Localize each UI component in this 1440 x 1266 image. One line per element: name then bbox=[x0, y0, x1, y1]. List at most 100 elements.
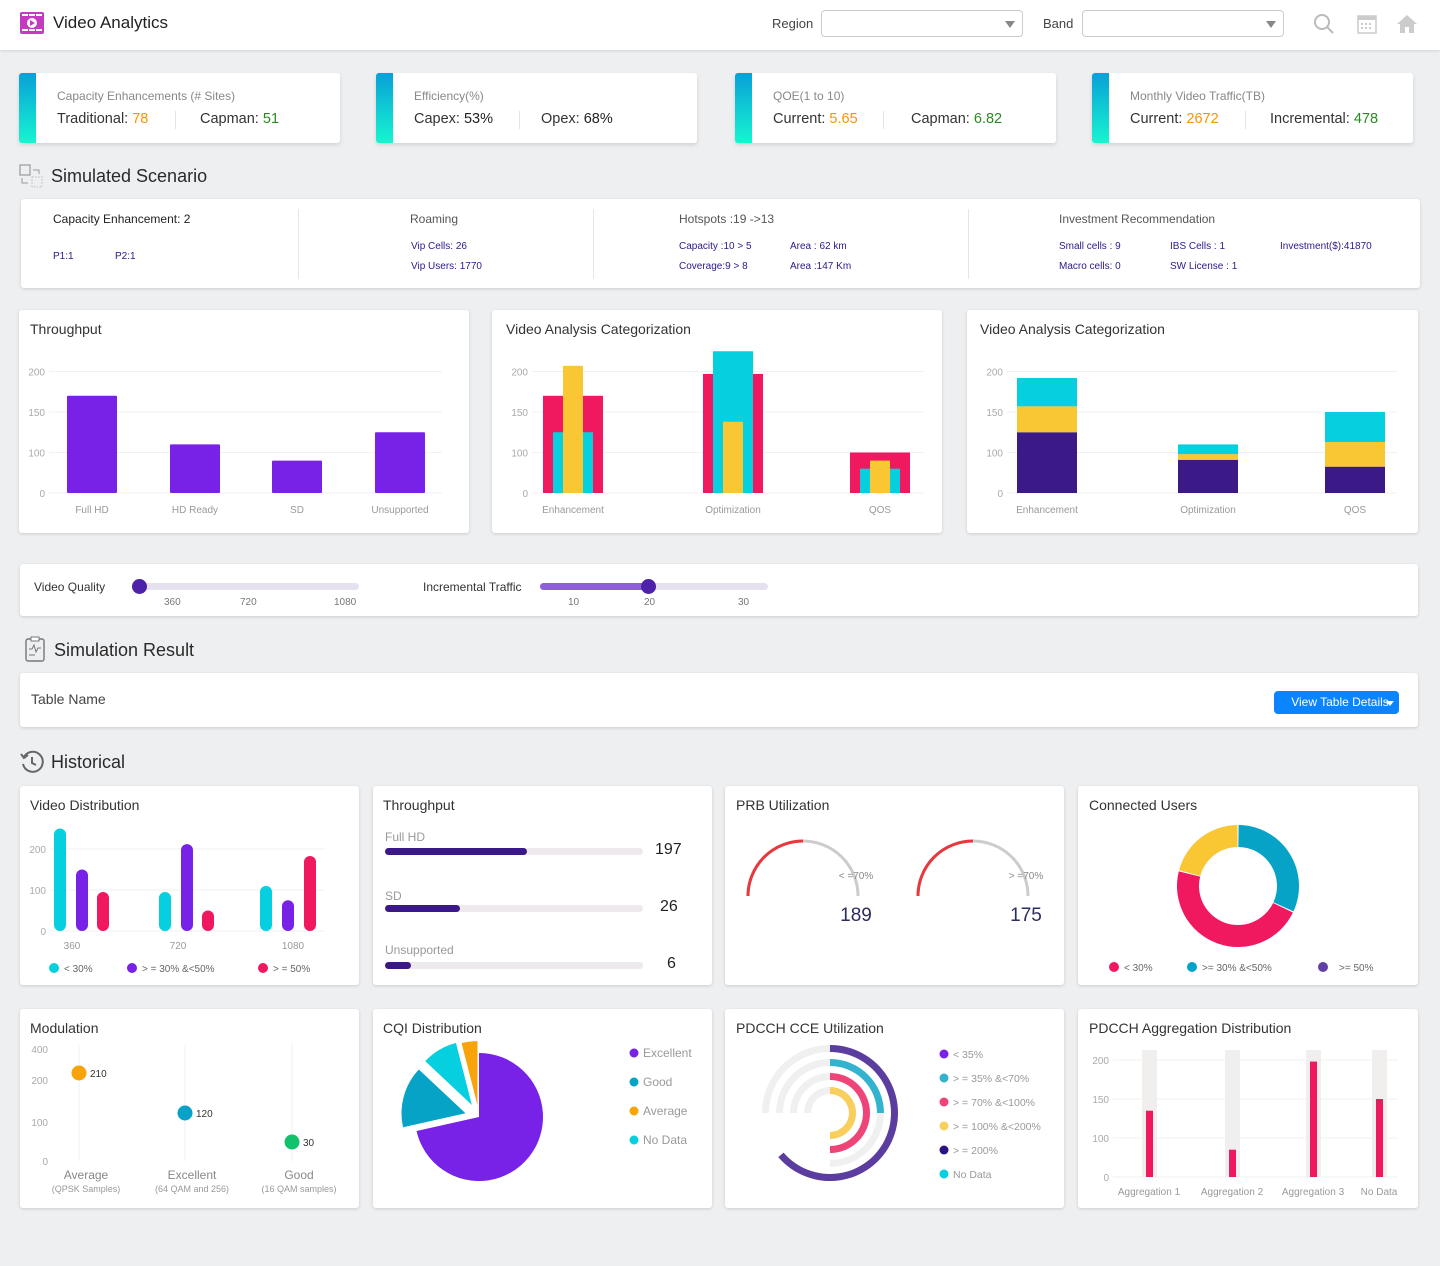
throughput-chart: 0 100 150 200 Full HD HD Ready SD Unsupported bbox=[28, 368, 442, 516]
p2-value: P2:1 bbox=[115, 251, 136, 262]
gauge-track bbox=[916, 839, 1030, 897]
data-label: 120 bbox=[196, 1109, 213, 1120]
legend-label: Good bbox=[643, 1075, 672, 1089]
kpi-traffic-card: Monthly Video Traffic(TB) Current: 2672 … bbox=[1092, 73, 1413, 143]
bar bbox=[159, 892, 171, 931]
simulated-scenario-title: Simulated Scenario bbox=[51, 166, 208, 186]
connected-users-donut bbox=[1177, 825, 1299, 948]
y-tick-label: 400 bbox=[31, 1045, 48, 1056]
bar bbox=[1376, 1099, 1383, 1177]
legend-label: > = 200% bbox=[953, 1145, 998, 1157]
pdcch-aggregation-card: PDCCH Aggregation Distribution 0 100 150 20… bbox=[1078, 1009, 1418, 1208]
data-label: 210 bbox=[90, 1069, 107, 1080]
bar bbox=[375, 432, 425, 493]
sw-license: SW License : 1 bbox=[1170, 261, 1238, 272]
search-icon[interactable] bbox=[1312, 12, 1336, 36]
region-label: Region bbox=[772, 16, 814, 31]
kpi-value: 2672 bbox=[1186, 111, 1219, 127]
slider-tick: 30 bbox=[738, 597, 750, 608]
x-tick-label: SD bbox=[290, 505, 304, 516]
incremental-traffic-handle[interactable] bbox=[641, 579, 656, 594]
legend-item: >= 50% bbox=[1318, 962, 1373, 974]
y-tick-label: 100 bbox=[986, 449, 1003, 460]
vac-chart-2: 0 100 150 200 Enhancement Optimization QOS bbox=[986, 368, 1397, 516]
progress-bar-unsupported bbox=[385, 962, 643, 969]
legend-dot bbox=[939, 1049, 949, 1059]
x-tick-label: HD Ready bbox=[172, 505, 218, 516]
y-tick-label: 0 bbox=[40, 927, 46, 938]
video-logo-icon bbox=[20, 12, 44, 34]
bar bbox=[282, 900, 294, 931]
hotspot-coverage: Coverage:9 > 8 bbox=[679, 261, 748, 272]
kpi-title: QOE(1 to 10) bbox=[773, 89, 845, 103]
roaming-heading: Roaming bbox=[410, 212, 459, 226]
ibs-cells: IBS Cells : 1 bbox=[1170, 241, 1226, 252]
home-icon[interactable] bbox=[1395, 12, 1419, 36]
vip-cells: Vip Cells: 26 bbox=[411, 241, 467, 252]
bar bbox=[1229, 1149, 1236, 1177]
legend-label: No Data bbox=[953, 1169, 992, 1181]
x-tick-label: Excellent bbox=[168, 1168, 217, 1182]
macro-cells: Macro cells: 0 bbox=[1059, 261, 1121, 272]
bar bbox=[170, 444, 220, 493]
kpi-qoe-card: QOE(1 to 10) Current: 5.65 Capman: 6.82 bbox=[735, 73, 1056, 143]
simulation-result-title: Simulation Result bbox=[54, 640, 195, 660]
calendar-icon[interactable] bbox=[1355, 12, 1379, 36]
bar-value: 26 bbox=[660, 898, 678, 915]
data-point bbox=[284, 1134, 300, 1150]
investment-heading: Investment Recommendation bbox=[1059, 212, 1216, 226]
gauge-label: > =70% bbox=[1008, 871, 1044, 882]
legend-dot bbox=[939, 1073, 949, 1083]
video-distribution-chart: 0 100 200 360 720 1080 < 30% > = 30% &<50% > = 5… bbox=[29, 828, 325, 975]
p1-value: P1:1 bbox=[53, 251, 74, 262]
legend-dot bbox=[127, 963, 137, 973]
bar bbox=[76, 869, 88, 931]
legend-label: Excellent bbox=[643, 1046, 692, 1060]
legend-dot bbox=[939, 1121, 949, 1131]
legend-label: > = 50% bbox=[273, 964, 310, 975]
legend-label: < 35% bbox=[953, 1049, 983, 1061]
legend-label: < 30% bbox=[64, 964, 93, 975]
legend-dot bbox=[49, 963, 59, 973]
band-select[interactable] bbox=[1082, 10, 1284, 37]
x-tick-label: QOS bbox=[1344, 505, 1367, 516]
slider-tick: 360 bbox=[164, 597, 181, 608]
x-tick-label: Enhancement bbox=[542, 505, 604, 516]
view-table-details-button[interactable]: View Table Details bbox=[1274, 691, 1399, 714]
kpi-label: Current: bbox=[1130, 111, 1183, 127]
gauge-value: 175 bbox=[1010, 905, 1042, 926]
vac-chart-card-1: Video Analysis Categorization 0 100 150 200… bbox=[492, 310, 942, 533]
y-tick-label: 150 bbox=[28, 408, 45, 419]
x-tick-label: QOS bbox=[869, 505, 892, 516]
donut-segment bbox=[1179, 825, 1238, 876]
y-tick-label: 100 bbox=[29, 886, 46, 897]
history-icon bbox=[20, 750, 44, 773]
stacked-segment-indigo bbox=[1325, 466, 1385, 493]
video-quality-handle[interactable] bbox=[132, 579, 147, 594]
video-quality-track[interactable] bbox=[138, 583, 359, 590]
legend-label: > = 70% &<100% bbox=[953, 1097, 1035, 1109]
x-sublabel: (QPSK Samples) bbox=[52, 1184, 121, 1194]
bar-yellow bbox=[870, 460, 890, 493]
y-tick-label: 0 bbox=[997, 489, 1003, 500]
slider-tick: 720 bbox=[240, 597, 257, 608]
y-tick-label: 200 bbox=[986, 368, 1003, 379]
data-point bbox=[177, 1105, 193, 1121]
bar-label: Full HD bbox=[385, 830, 426, 844]
scenario-icon bbox=[19, 164, 43, 188]
hotspot-area-2: Area :147 Km bbox=[790, 261, 852, 272]
region-select[interactable] bbox=[821, 10, 1023, 37]
slider-panel: Video Quality 360 720 1080 Incremental T… bbox=[20, 564, 1418, 616]
legend-item: < 30% bbox=[1109, 962, 1153, 974]
incremental-traffic-fill bbox=[540, 583, 650, 590]
bar bbox=[1310, 1061, 1317, 1177]
throughput-hist-card: Throughput Full HD 197 SD 26 Unsupported… bbox=[373, 786, 712, 985]
vip-users: Vip Users: 1770 bbox=[411, 261, 482, 272]
top-bar: Video Analytics Region Band bbox=[0, 0, 1440, 50]
legend-label: > = 100% &<200% bbox=[953, 1121, 1041, 1133]
legend-dot bbox=[258, 963, 268, 973]
x-tick-label: Aggregation 2 bbox=[1201, 1187, 1264, 1198]
donut-segment bbox=[1177, 871, 1293, 948]
kpi-value: 5.65 bbox=[829, 111, 858, 127]
small-cells: Small cells : 9 bbox=[1059, 241, 1121, 252]
